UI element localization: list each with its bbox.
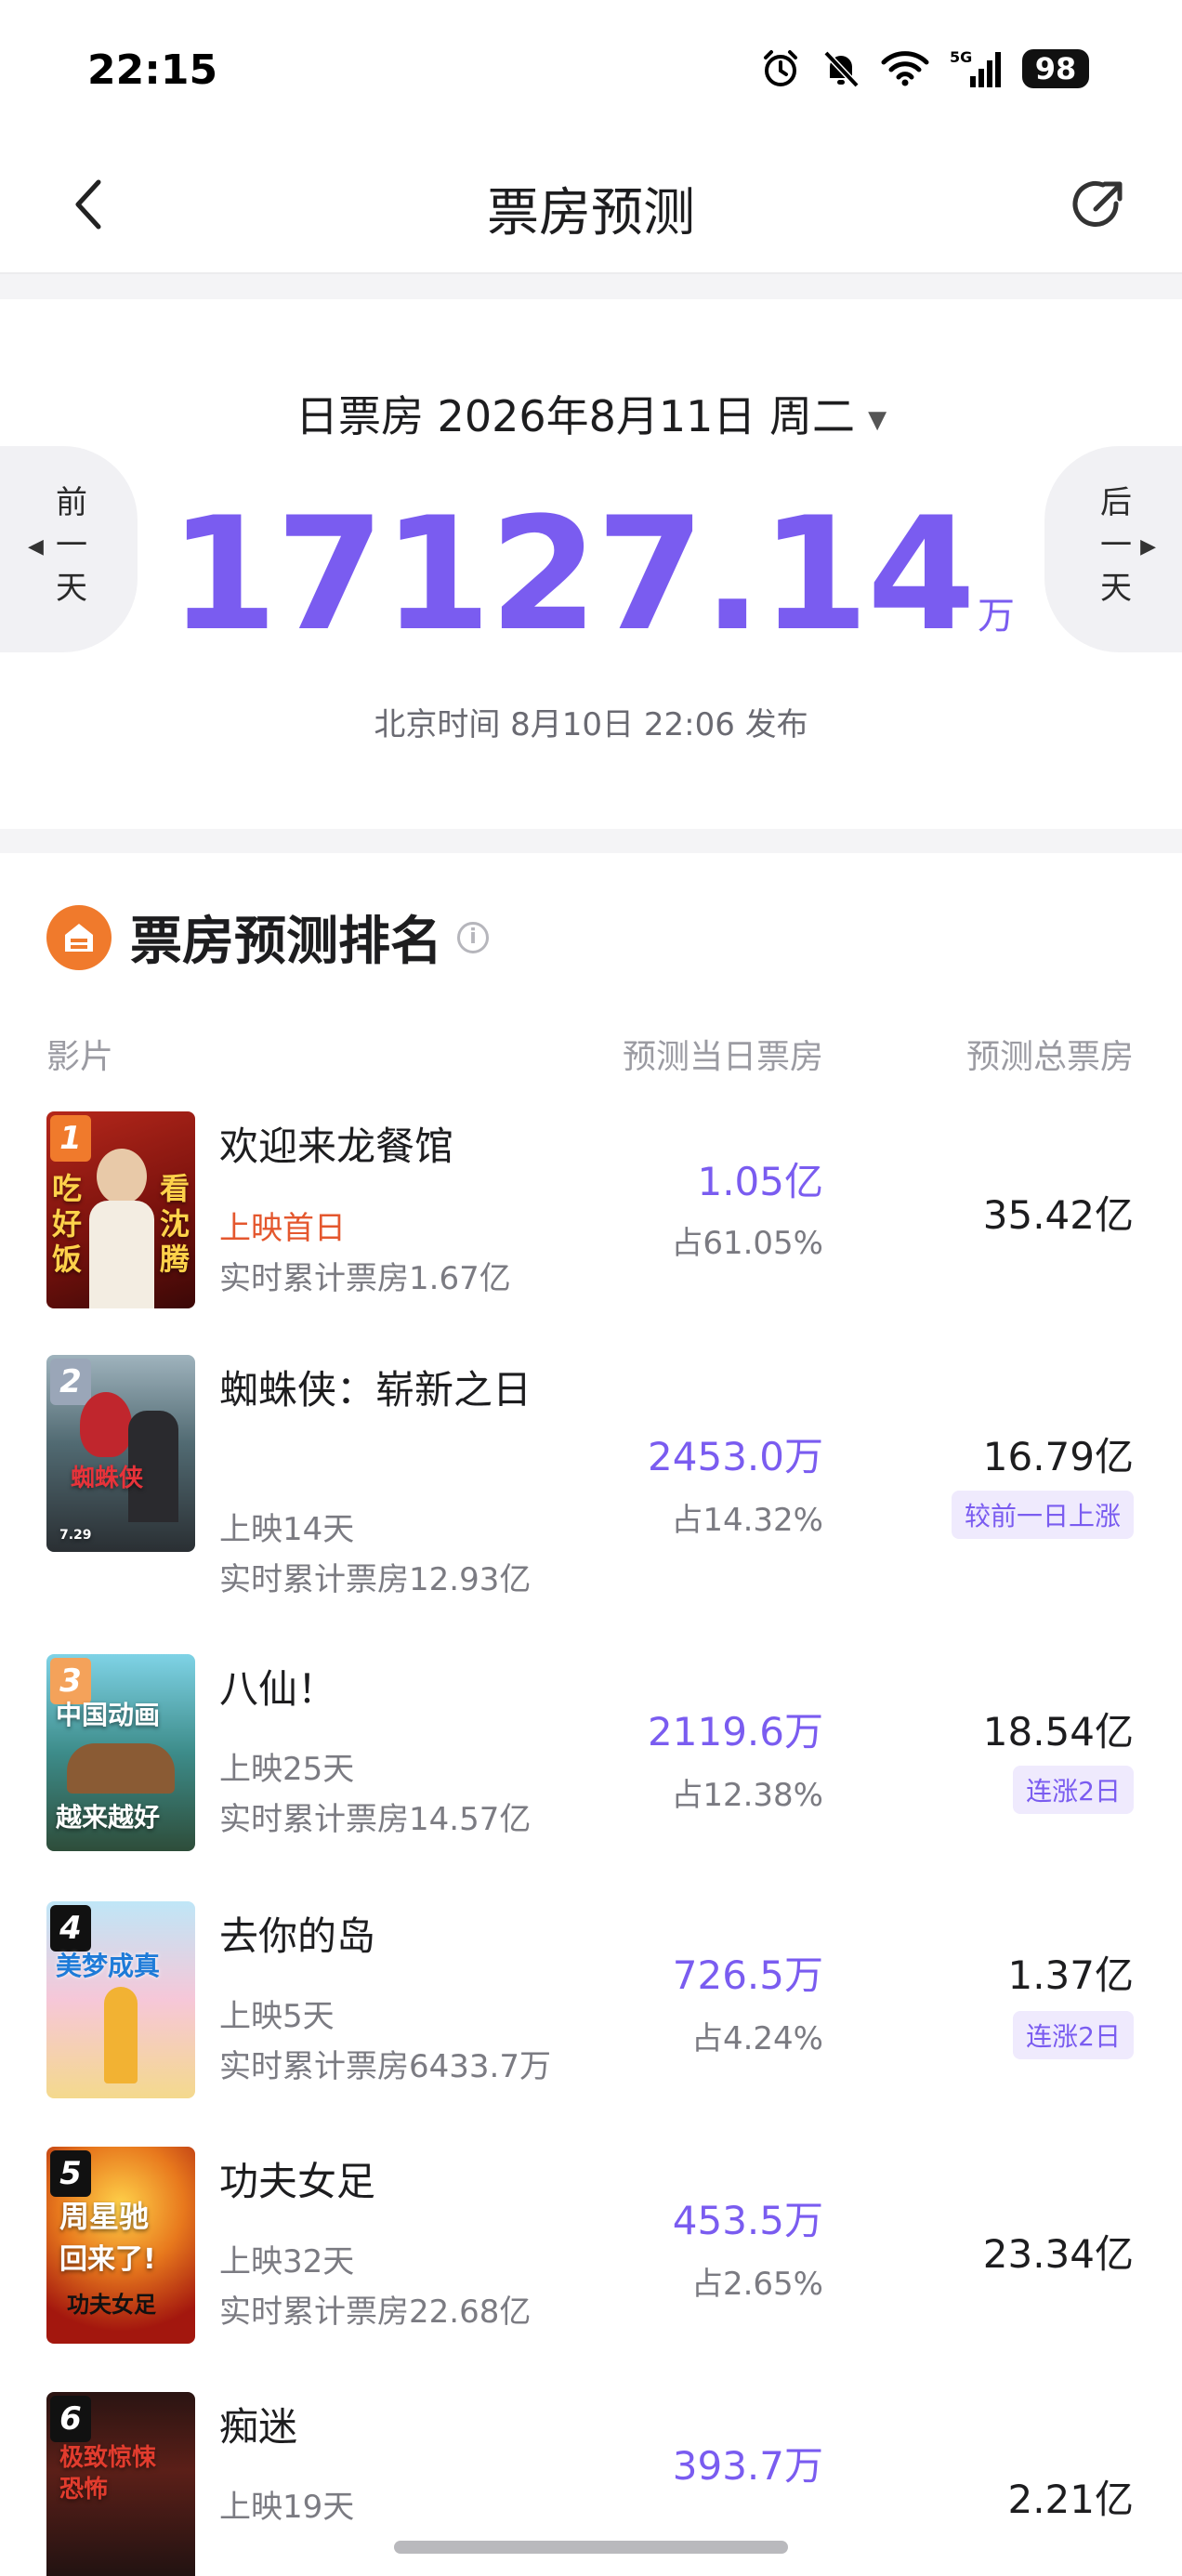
battery-icon: 98 (1022, 49, 1089, 88)
day-box-office: 1.05亿 (697, 1159, 823, 1204)
mute-icon (823, 50, 860, 88)
trend-tag: 连涨2日 (1013, 1766, 1134, 1814)
rank-badge: 2 (50, 1359, 91, 1405)
poster-text: 越来越好 (56, 1802, 161, 1833)
film-status: 上映14天 (219, 1511, 355, 1548)
poster-text: 饭 (52, 1242, 83, 1277)
film-status: 上映首日 (219, 1210, 346, 1247)
alarm-icon (764, 50, 797, 86)
info-icon[interactable]: i (457, 921, 489, 953)
wifi-icon (881, 51, 929, 86)
total-box-office-forecast: 18.54亿 (982, 1709, 1134, 1755)
column-header-total-box-office: 预测总票房 (965, 1038, 1134, 1076)
film-title: 去你的岛 (219, 1913, 376, 1959)
total-box-office-forecast: 35.42亿 (982, 1192, 1134, 1238)
day-share: 占2.65% (690, 2266, 823, 2303)
film-title: 痴迷 (219, 2404, 298, 2450)
day-share: 占12.38% (671, 1777, 823, 1814)
film-status: 上映5天 (219, 1998, 335, 2035)
status-time: 22:15 (87, 46, 218, 94)
poster-text: 回来了! (59, 2243, 156, 2276)
day-share: 占61.05% (671, 1225, 823, 1262)
film-poster: 3 中国动画 越来越好 (46, 1654, 195, 1851)
film-poster: 2 蜘蛛侠 7.29 (46, 1355, 195, 1552)
film-status: 上映19天 (219, 2489, 355, 2526)
total-box-office-forecast: 16.79亿 (982, 1434, 1134, 1479)
total-box-office-forecast: 2.21亿 (1007, 2477, 1134, 2522)
total-box-office-forecast: 23.34亿 (982, 2231, 1134, 2277)
poster-figure (104, 1987, 138, 2083)
poster-text: 功夫女足 (67, 2292, 156, 2318)
film-title: 八仙！ (219, 1666, 337, 1712)
poster-figure (80, 1392, 132, 1457)
rank-badge: 6 (50, 2396, 91, 2442)
poster-text: 极致惊悚 (59, 2444, 157, 2472)
film-cumulative: 实时累计票房14.57亿 (219, 1801, 532, 1838)
ticket-icon (46, 904, 112, 970)
trend-tag: 连涨2日 (1013, 2011, 1134, 2059)
total-box-office-forecast: 1.37亿 (1007, 1952, 1134, 1998)
day-box-office: 453.5万 (672, 2198, 823, 2243)
column-header-film: 影片 (46, 1038, 114, 1076)
page-title: 票房预测 (487, 183, 695, 243)
date-selector[interactable]: 日票房 2026年8月11日 周二 ▼ (0, 383, 1182, 444)
film-poster: 1 吃 好 饭 看 沈 腾 (46, 1111, 195, 1308)
film-cumulative: 实时累计票房1.67亿 (219, 1260, 511, 1297)
date-label: 日票房 2026年8月11日 周二 (295, 391, 856, 441)
poster-figure (67, 1743, 175, 1794)
day-box-office: 393.7万 (672, 2443, 823, 2489)
ranking-card: 票房预测排名 i 影片 预测当日票房 预测总票房 1 吃 好 饭 看 沈 腾 欢… (0, 853, 1182, 2576)
film-status: 上映32天 (219, 2243, 355, 2280)
film-cumulative: 实时累计票房12.93亿 (219, 1561, 532, 1598)
total-box-office: 17127.14 万 (0, 496, 1182, 652)
rank-badge: 4 (50, 1905, 91, 1952)
ranking-header: 票房预测排名 i (46, 900, 489, 975)
share-button[interactable] (1061, 169, 1136, 243)
film-title: 蜘蛛侠：崭新之日 (219, 1367, 532, 1413)
poster-figure (97, 1149, 147, 1204)
poster-text: 中国动画 (56, 1700, 161, 1730)
day-box-office: 2453.0万 (648, 1434, 823, 1479)
film-poster: 5 周星驰 回来了! 功夫女足 (46, 2147, 195, 2344)
day-box-office: 726.5万 (672, 1952, 823, 1998)
trend-tag: 较前一日上涨 (951, 1491, 1134, 1539)
total-box-office-unit: 万 (978, 595, 1015, 637)
day-share: 占14.32% (671, 1502, 823, 1539)
film-title: 功夫女足 (219, 2159, 376, 2204)
status-bar: 22:15 5G 98 (0, 0, 1182, 139)
film-poster: 6 极致惊悚 恐怖 (46, 2392, 195, 2576)
signal-icon: 5G (950, 48, 1001, 87)
poster-text: 腾 (159, 1242, 190, 1277)
poster-text: 蜘蛛侠 (71, 1465, 144, 1492)
share-icon (1072, 181, 1123, 227)
day-box-office: 2119.6万 (648, 1709, 823, 1755)
nav-bar: 票房预测 (0, 139, 1182, 274)
film-title: 欢迎来龙餐馆 (219, 1124, 454, 1169)
daily-box-office-card: 日票房 2026年8月11日 周二 ▼ ◀ 前一天 后一天 ▶ 17127.14 万… (0, 299, 1182, 829)
film-cumulative: 实时累计票房6433.7万 (219, 2048, 551, 2085)
caret-down-icon: ▼ (868, 405, 887, 434)
status-icons: 5G 98 (760, 48, 1089, 89)
svg-text:5G: 5G (950, 48, 972, 66)
film-cumulative: 实时累计票房22.68亿 (219, 2293, 532, 2331)
ranking-title: 票房预测排名 (130, 912, 442, 972)
publish-time: 北京时间 8月10日 22:06 发布 (374, 706, 808, 743)
rank-badge: 5 (50, 2150, 91, 2197)
poster-figure (89, 1201, 154, 1308)
film-poster: 4 美梦成真 (46, 1901, 195, 2098)
film-status: 上映25天 (219, 1751, 355, 1788)
poster-text: 恐怖 (59, 2476, 109, 2504)
home-indicator[interactable] (394, 2541, 788, 2554)
poster-text: 7.29 (59, 1528, 92, 1543)
total-box-office-value: 17127.14 (168, 483, 976, 665)
poster-text: 美梦成真 (56, 1951, 161, 1981)
column-header-day-box-office: 预测当日票房 (622, 1038, 823, 1076)
rank-badge: 1 (50, 1115, 91, 1162)
day-share: 占4.24% (690, 2020, 823, 2057)
poster-text: 周星驰 (59, 2199, 150, 2234)
